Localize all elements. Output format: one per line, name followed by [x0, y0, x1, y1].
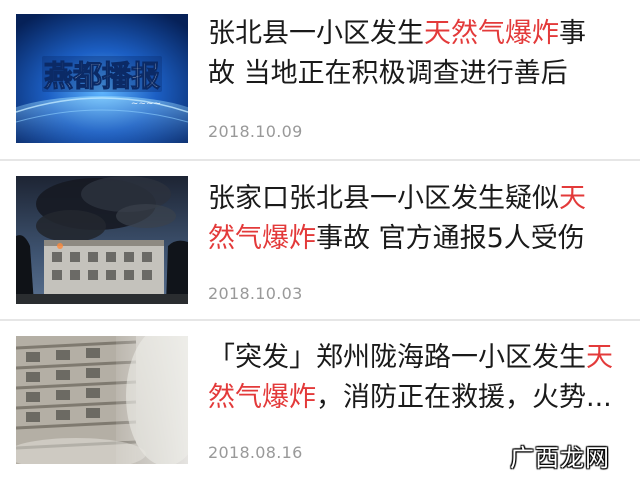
news-broadcast-logo-image: 燕都播报 ~~~~ — [16, 14, 188, 143]
news-title-line: 张北县一小区发生天然气爆炸事 — [208, 14, 624, 54]
news-item[interactable]: 张家口张北县一小区发生疑似天 然气爆炸事故 官方通报5人受伤 2018.10.0… — [0, 160, 640, 320]
title-text: 「突发」郑州陇海路一小区发生 — [208, 342, 586, 373]
news-title[interactable]: 张家口张北县一小区发生疑似天 然气爆炸事故 官方通报5人受伤 — [208, 179, 624, 259]
highrise-fire-photo — [16, 336, 188, 464]
title-highlight: 然气爆炸 — [208, 223, 316, 254]
news-date: 2018.10.03 — [208, 284, 303, 303]
news-thumbnail[interactable] — [16, 176, 188, 304]
news-date: 2018.10.09 — [208, 122, 303, 141]
news-thumbnail[interactable]: 燕都播报 ~~~~ — [16, 14, 188, 143]
title-text: 事故 官方通报5人受伤 — [316, 223, 585, 254]
watermark: 广西龙网 — [510, 444, 610, 472]
title-text: 事 — [559, 18, 586, 49]
news-list: 燕都播报 ~~~~ 张北县一小区发生天然气爆炸事 故 当地正在积极调查进行善后 … — [0, 0, 640, 485]
svg-text:~~~~: ~~~~ — [131, 99, 161, 109]
title-text: 张北县一小区发生 — [208, 18, 424, 49]
news-thumbnail[interactable] — [16, 336, 188, 464]
title-highlight: 天然气爆炸 — [424, 18, 559, 49]
news-item[interactable]: 燕都播报 ~~~~ 张北县一小区发生天然气爆炸事 故 当地正在积极调查进行善后 … — [0, 0, 640, 160]
title-text: ，消防正在救援，火势... — [316, 382, 612, 413]
news-title-line: 然气爆炸，消防正在救援，火势... — [208, 378, 624, 418]
title-highlight: 然气爆炸 — [208, 382, 316, 413]
news-title-line: 「突发」郑州陇海路一小区发生天 — [208, 338, 624, 378]
news-title[interactable]: 张北县一小区发生天然气爆炸事 故 当地正在积极调查进行善后 — [208, 14, 624, 94]
svg-text:燕都播报: 燕都播报 — [44, 59, 160, 93]
news-title[interactable]: 「突发」郑州陇海路一小区发生天 然气爆炸，消防正在救援，火势... — [208, 338, 624, 418]
news-title-line: 故 当地正在积极调查进行善后 — [208, 58, 568, 89]
news-title-line: 然气爆炸事故 官方通报5人受伤 — [208, 219, 624, 259]
title-highlight: 天 — [586, 342, 613, 373]
title-text: 张家口张北县一小区发生疑似 — [208, 183, 559, 214]
smoke-building-photo — [16, 176, 188, 304]
title-highlight: 天 — [559, 183, 586, 214]
news-title-line: 张家口张北县一小区发生疑似天 — [208, 179, 624, 219]
news-date: 2018.08.16 — [208, 443, 303, 462]
